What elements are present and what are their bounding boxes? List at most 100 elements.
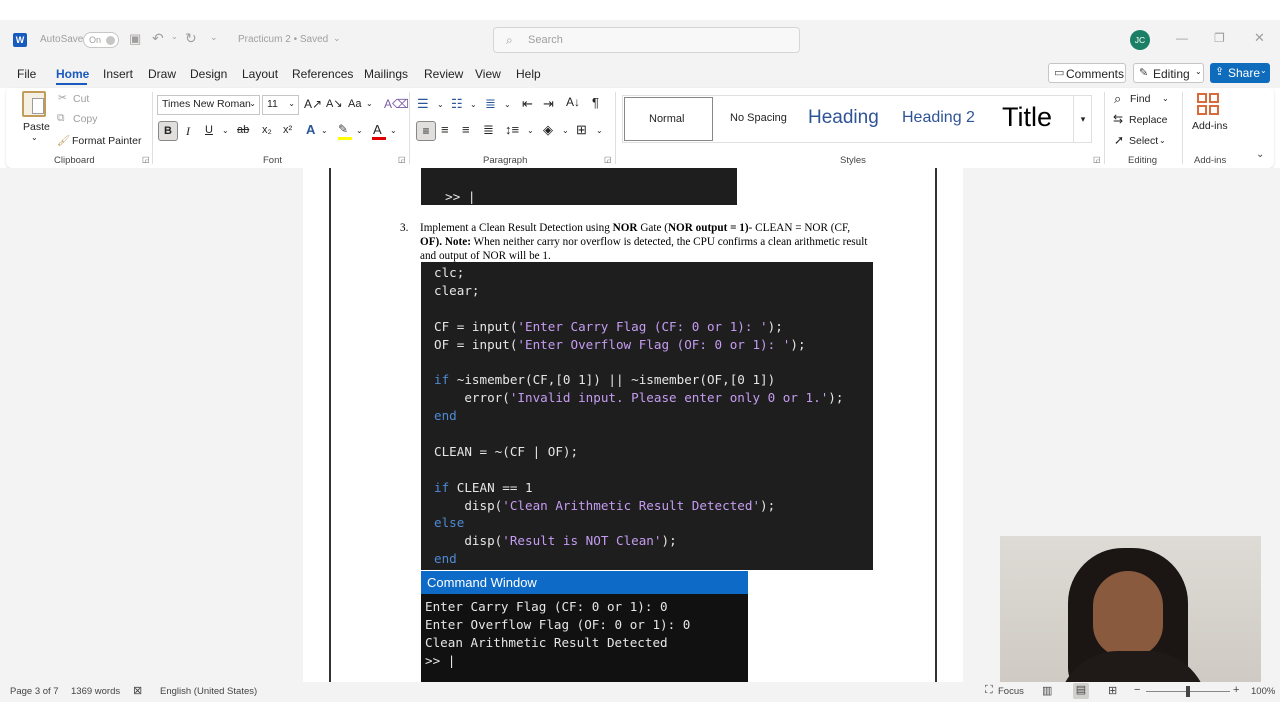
change-case-chevron-icon[interactable]: ⌄: [366, 99, 373, 108]
text-effects-chevron-icon[interactable]: ⌄: [321, 126, 328, 135]
title-chevron-icon[interactable]: ⌄: [333, 33, 341, 44]
redo-icon[interactable]: ↻: [185, 30, 197, 47]
borders-chevron-icon[interactable]: ⌄: [596, 126, 603, 135]
paragraph-launcher-icon[interactable]: ◲: [604, 155, 612, 164]
font-launcher-icon[interactable]: ◲: [398, 155, 406, 164]
clipboard-launcher-icon[interactable]: ◲: [142, 155, 150, 164]
zoom-in-icon[interactable]: +: [1233, 684, 1239, 696]
bold-icon[interactable]: B: [158, 121, 178, 141]
search-box[interactable]: ⌕ Search: [493, 27, 800, 53]
print-layout-icon[interactable]: ▤: [1073, 683, 1089, 699]
undo-icon[interactable]: ↶: [152, 30, 164, 47]
find-button[interactable]: Find: [1130, 93, 1150, 105]
language[interactable]: English (United States): [160, 686, 257, 697]
style-title[interactable]: Title: [1002, 102, 1052, 133]
style-normal[interactable]: Normal: [624, 97, 713, 141]
styles-more-icon[interactable]: ▾: [1073, 95, 1092, 143]
multilevel-list-icon[interactable]: ≣: [485, 96, 496, 112]
text-effects-icon[interactable]: A: [306, 122, 315, 137]
menu-references[interactable]: References: [292, 67, 353, 81]
style-heading-2[interactable]: Heading 2: [902, 109, 975, 127]
zoom-level[interactable]: 100%: [1251, 686, 1275, 697]
line-spacing-chevron-icon[interactable]: ⌄: [527, 126, 534, 135]
proofing-icon[interactable]: ⊠: [133, 684, 142, 697]
shrink-font-icon[interactable]: A↘: [326, 97, 343, 110]
read-mode-icon[interactable]: ▥: [1042, 684, 1052, 697]
share-button[interactable]: ⇪ Share ⌄: [1210, 63, 1270, 83]
font-color-chevron-icon[interactable]: ⌄: [390, 126, 397, 135]
autosave-toggle[interactable]: On: [83, 32, 119, 48]
collapse-ribbon-icon[interactable]: ⌄: [1256, 149, 1264, 160]
underline-chevron-icon[interactable]: ⌄: [222, 126, 229, 135]
font-name-select[interactable]: Times New Roman ⌄: [157, 95, 260, 115]
sort-icon[interactable]: A↓: [566, 95, 580, 109]
justify-icon[interactable]: ≣: [483, 122, 494, 138]
highlight-icon[interactable]: ✎: [338, 122, 348, 136]
strikethrough-icon[interactable]: ab: [237, 124, 249, 136]
menu-layout[interactable]: Layout: [242, 67, 278, 81]
decrease-indent-icon[interactable]: ⇤: [522, 96, 533, 112]
focus-button[interactable]: Focus: [998, 686, 1024, 697]
menu-help[interactable]: Help: [516, 67, 541, 81]
underline-icon[interactable]: U: [205, 124, 213, 136]
font-color-icon[interactable]: A: [373, 122, 382, 137]
menu-mailings[interactable]: Mailings: [364, 67, 408, 81]
addins-button[interactable]: Add-ins: [1192, 120, 1228, 132]
replace-button[interactable]: Replace: [1129, 114, 1168, 126]
minimize-icon[interactable]: —: [1176, 31, 1188, 45]
shading-icon[interactable]: ◈: [543, 122, 553, 138]
select-chevron-icon[interactable]: ⌄: [1159, 136, 1166, 145]
page-count[interactable]: Page 3 of 7: [10, 686, 59, 697]
highlight-chevron-icon[interactable]: ⌄: [356, 126, 363, 135]
customize-toolbar-icon[interactable]: ⌄: [210, 32, 218, 43]
increase-indent-icon[interactable]: ⇥: [543, 96, 554, 112]
web-layout-icon[interactable]: ⊞: [1108, 684, 1117, 697]
subscript-icon[interactable]: x₂: [262, 124, 272, 136]
align-left-icon[interactable]: ≡: [416, 121, 436, 141]
align-right-icon[interactable]: ≡: [462, 122, 470, 137]
grow-font-icon[interactable]: A↗: [304, 97, 322, 111]
menu-design[interactable]: Design: [190, 67, 227, 81]
comments-button[interactable]: ▭ Comments: [1048, 63, 1126, 83]
undo-dropdown-icon[interactable]: ⌄: [171, 32, 178, 41]
avatar[interactable]: JC: [1130, 30, 1150, 50]
menu-review[interactable]: Review: [424, 67, 463, 81]
italic-icon[interactable]: I: [186, 124, 190, 139]
paste-icon[interactable]: [22, 91, 46, 117]
multilevel-chevron-icon[interactable]: ⌄: [504, 100, 511, 109]
menu-home[interactable]: Home: [56, 67, 89, 81]
paste-chevron-icon[interactable]: ⌄: [31, 133, 38, 142]
superscript-icon[interactable]: x²: [283, 124, 292, 136]
cut-button[interactable]: Cut: [73, 93, 89, 105]
close-icon[interactable]: ✕: [1254, 30, 1265, 46]
change-case-icon[interactable]: Aa: [348, 98, 361, 110]
show-marks-icon[interactable]: ¶: [592, 95, 599, 110]
addins-icon[interactable]: [1197, 93, 1221, 117]
bullets-icon[interactable]: ☰: [417, 96, 429, 112]
menu-file[interactable]: File: [17, 67, 36, 81]
style-heading[interactable]: Heading: [808, 107, 879, 129]
menu-insert[interactable]: Insert: [103, 67, 133, 81]
menu-draw[interactable]: Draw: [148, 67, 176, 81]
format-painter-button[interactable]: Format Painter: [72, 135, 141, 147]
zoom-out-icon[interactable]: −: [1134, 684, 1140, 696]
align-center-icon[interactable]: ≡: [441, 122, 449, 137]
save-icon[interactable]: ▣: [129, 31, 141, 47]
bullets-chevron-icon[interactable]: ⌄: [437, 100, 444, 109]
styles-launcher-icon[interactable]: ◲: [1093, 155, 1101, 164]
find-chevron-icon[interactable]: ⌄: [1162, 94, 1169, 103]
zoom-slider-thumb[interactable]: [1186, 686, 1190, 697]
style-no-spacing[interactable]: No Spacing: [730, 112, 787, 124]
editing-mode-button[interactable]: ✎ Editing ⌄: [1133, 63, 1204, 83]
borders-icon[interactable]: ⊞: [576, 122, 587, 138]
numbering-icon[interactable]: ☷: [451, 96, 463, 112]
task-description[interactable]: Implement a Clean Result Detection using…: [420, 221, 905, 263]
clear-formatting-icon[interactable]: A⌫: [384, 97, 409, 111]
numbering-chevron-icon[interactable]: ⌄: [470, 100, 477, 109]
select-button[interactable]: Select: [1129, 135, 1158, 147]
paste-button[interactable]: Paste: [23, 121, 50, 133]
font-size-select[interactable]: 11 ⌄: [262, 95, 299, 115]
line-spacing-icon[interactable]: ↕≡: [505, 122, 519, 137]
document-title[interactable]: Practicum 2 • Saved: [238, 34, 328, 45]
shading-chevron-icon[interactable]: ⌄: [562, 126, 569, 135]
